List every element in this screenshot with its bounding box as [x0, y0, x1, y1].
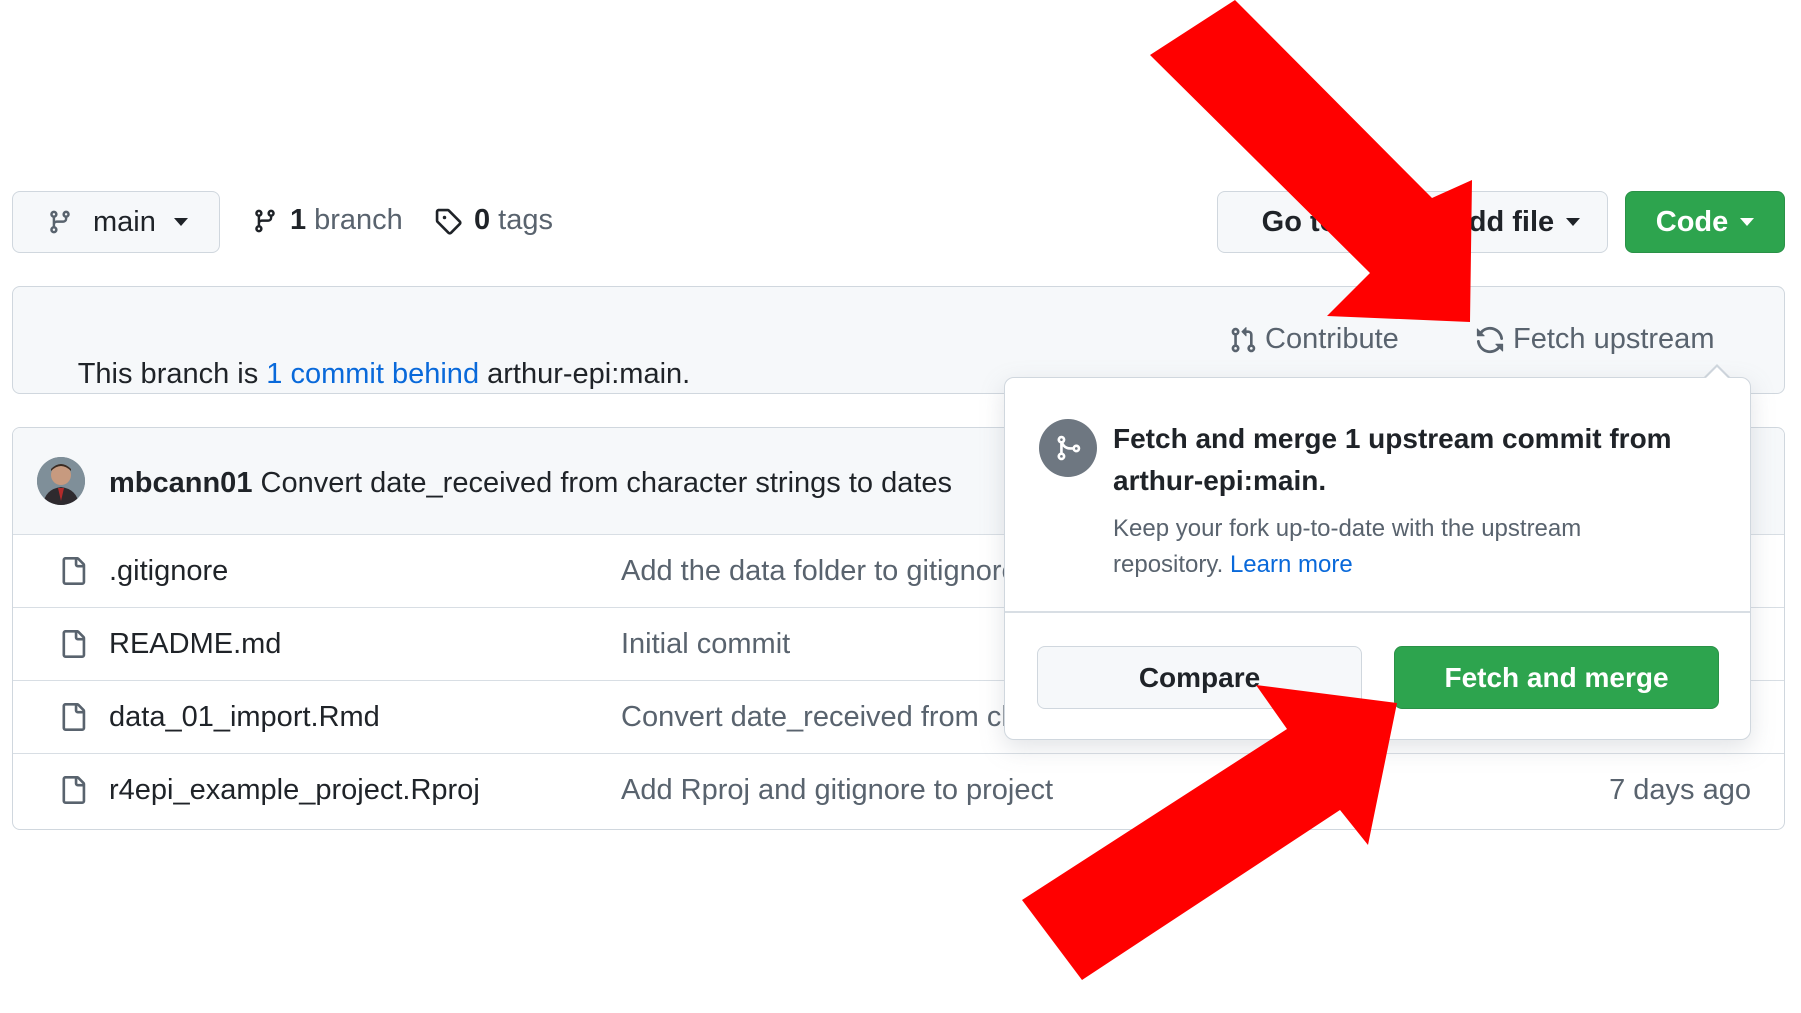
- annotation-arrows: [1022, 0, 1472, 980]
- red-arrow-top-icon: [1150, 0, 1472, 322]
- red-arrow-bottom-icon: [1022, 685, 1397, 980]
